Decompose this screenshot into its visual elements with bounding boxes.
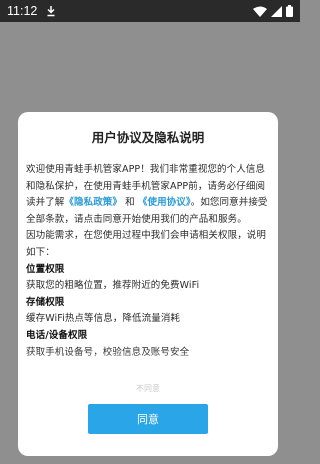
status-time: 11:12: [7, 4, 38, 18]
status-bar: 11:12: [0, 0, 300, 22]
wifi-icon: [253, 6, 267, 17]
download-icon: [47, 6, 55, 17]
privacy-policy-link[interactable]: 《隐私政策》: [64, 197, 122, 208]
location-permission-text: 获取您的粗略位置，推荐附近的免费WiFi: [26, 280, 200, 292]
dialog-title: 用户协议及隐私说明: [91, 130, 205, 145]
privacy-dialog: 用户协议及隐私说明 欢迎使用青蛙手机管家APP！我们非常重视您的个人信息和隐私保…: [18, 112, 278, 456]
battery-icon: [286, 5, 293, 17]
permission-intro: 因功能需求，在您使用过程中我们会申请相关权限，说明如下：: [26, 230, 267, 258]
signal-icon: [271, 5, 282, 17]
scroll-fade: [26, 350, 270, 378]
terms-of-use-link[interactable]: 《使用协议》: [138, 197, 191, 208]
intro-paragraph: 欢迎使用青蛙手机管家APP！我们非常重视您的个人信息和隐私保护，在使用青蛙手机管…: [26, 162, 270, 228]
storage-permission-heading: 存储权限: [26, 296, 65, 308]
dialog-body[interactable]: 欢迎使用青蛙手机管家APP！我们非常重视您的个人信息和隐私保护，在使用青蛙手机管…: [26, 162, 270, 378]
location-permission-heading: 位置权限: [26, 263, 65, 275]
storage-permission-text: 缓存WiFi热点等信息，降低流量消耗: [26, 313, 181, 325]
and-text: 和: [125, 197, 135, 209]
phone-permission-heading: 电话/设备权限: [26, 329, 88, 341]
disagree-button[interactable]: 不同意: [26, 380, 270, 398]
agree-button[interactable]: 同意: [88, 404, 208, 434]
